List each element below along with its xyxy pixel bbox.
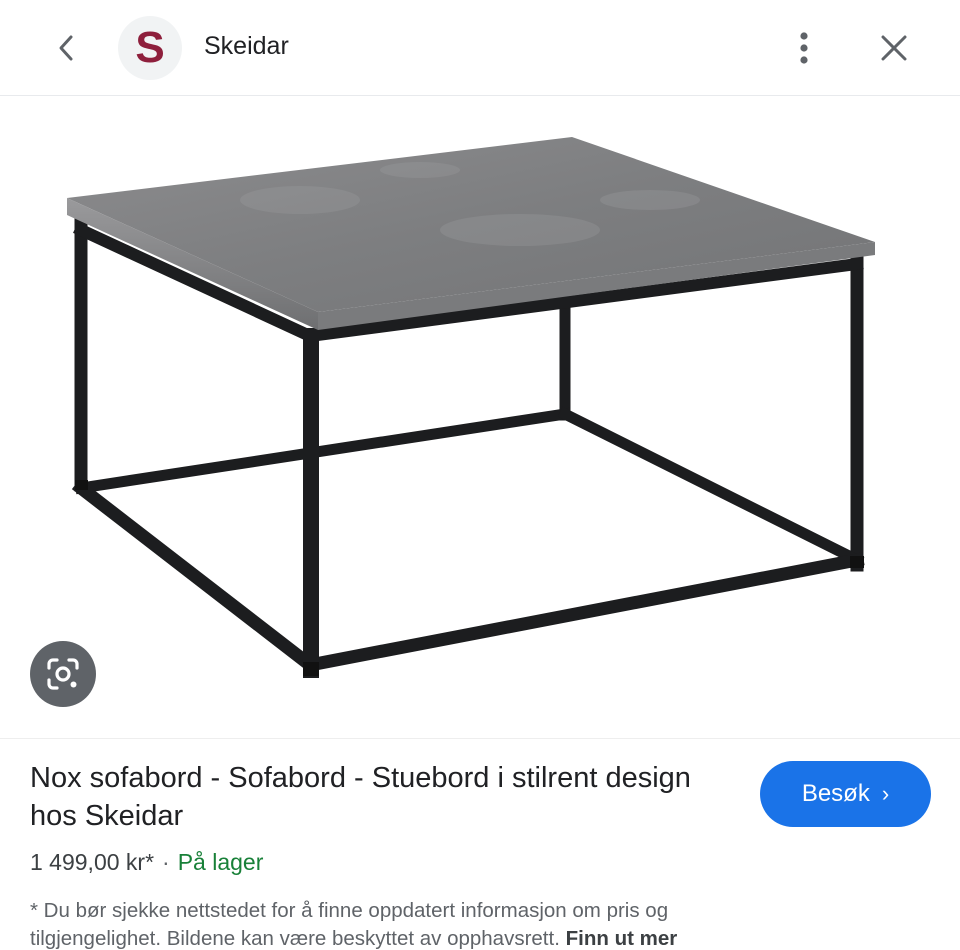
disclaimer: * Du bør sjekke nettstedet for å finne o…: [30, 897, 750, 950]
site-logo: S: [118, 16, 182, 80]
separator-dot: ·: [162, 849, 170, 875]
price: 1 499,00 kr*: [30, 849, 155, 875]
back-button[interactable]: [46, 28, 86, 68]
product-image-area[interactable]: [0, 97, 960, 737]
result-info-panel: Nox sofabord - Sofabord - Stuebord i sti…: [0, 738, 960, 950]
product-image: [67, 137, 875, 678]
chevron-right-icon: ›: [881, 781, 890, 806]
google-lens-button[interactable]: [30, 641, 96, 707]
stock-status: På lager: [177, 849, 264, 875]
product-title[interactable]: Nox sofabord - Sofabord - Stuebord i sti…: [30, 759, 730, 835]
learn-more-link[interactable]: Finn ut mer: [566, 927, 678, 950]
visit-button-label: Besøk: [801, 780, 870, 807]
close-icon: [881, 35, 907, 61]
visit-button[interactable]: Besøk ›: [760, 761, 931, 827]
more-options-button[interactable]: [784, 26, 824, 70]
logo-letter: S: [135, 23, 165, 72]
google-lens-icon: [47, 658, 79, 690]
chevron-left-icon: [59, 35, 73, 61]
top-bar: S Skeidar: [0, 0, 960, 96]
site-name: Skeidar: [204, 32, 289, 60]
close-button[interactable]: [872, 26, 916, 70]
more-vert-icon: [800, 32, 808, 64]
price-line: 1 499,00 kr* · På lager: [30, 847, 263, 877]
